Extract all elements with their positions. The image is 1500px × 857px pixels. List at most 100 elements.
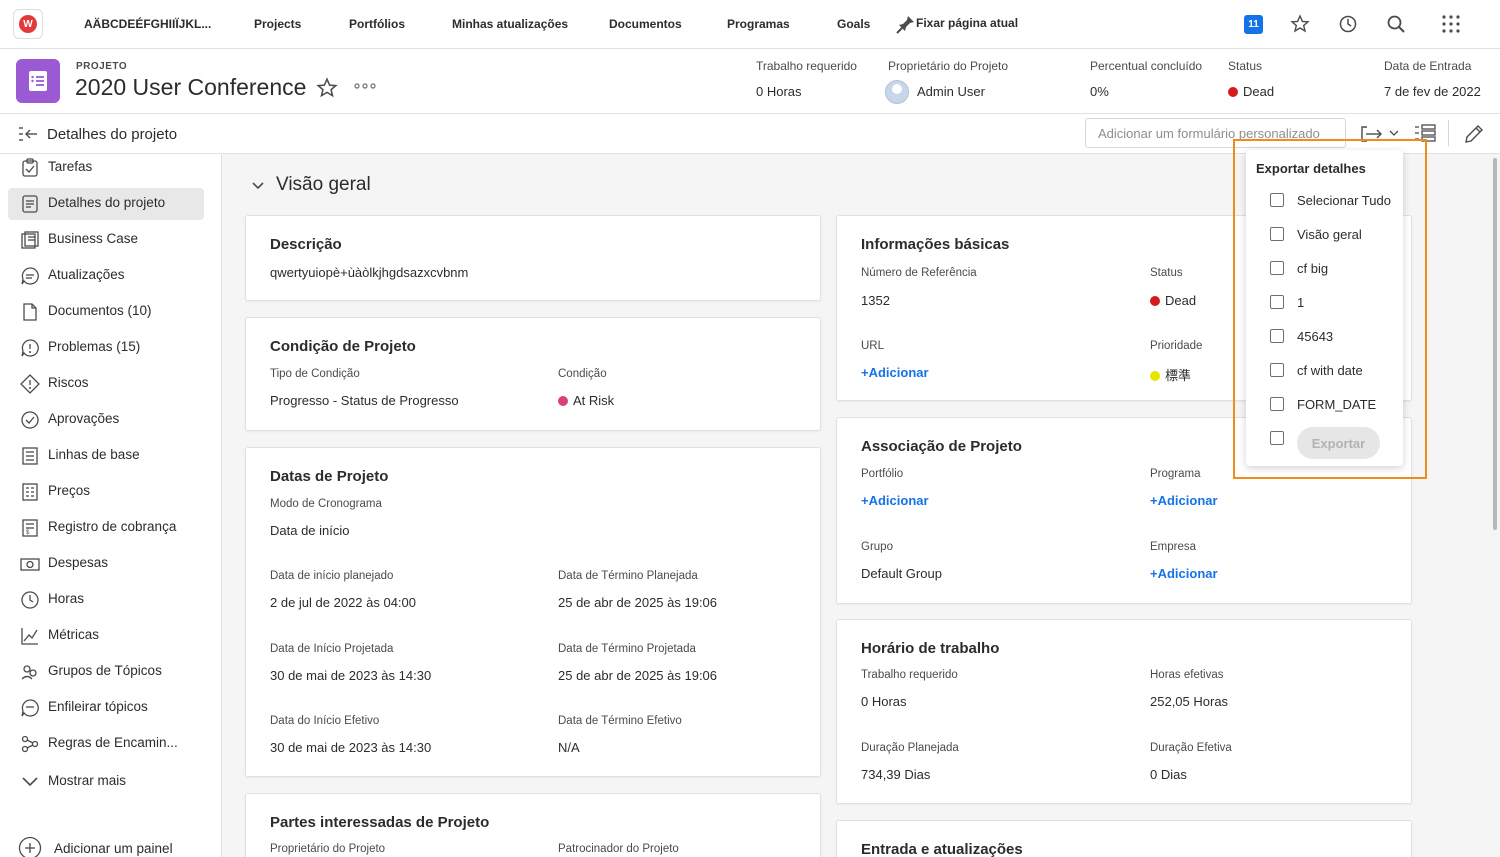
sidebar-item-routing-rules[interactable]: Regras de Encamin... xyxy=(8,728,204,760)
export-option-cf-with-date[interactable]: cf with date xyxy=(1270,361,1400,381)
sidebar-label: Aprovações xyxy=(48,411,120,426)
export-option-45643[interactable]: 45643 xyxy=(1270,327,1400,347)
chevron-down-icon xyxy=(22,777,38,787)
search-icon[interactable] xyxy=(1386,14,1406,34)
description-value[interactable]: qwertyuiopè+ùàòlkjhgdsazxcvbnm xyxy=(270,265,468,280)
field-value[interactable]: Progresso - Status de Progresso xyxy=(270,393,459,408)
status-value[interactable]: Dead xyxy=(1150,293,1196,308)
sidebar-show-more[interactable]: Mostrar mais xyxy=(8,766,204,798)
checkbox[interactable] xyxy=(1270,261,1284,275)
sidebar-item-expenses[interactable]: Despesas xyxy=(8,548,204,580)
sidebar-item-tasks[interactable]: Tarefas xyxy=(8,152,204,184)
sidebar-item-documents[interactable]: Documentos (10) xyxy=(8,296,204,328)
export-icon[interactable] xyxy=(1360,124,1384,144)
export-option-overview[interactable]: Visão geral xyxy=(1270,225,1400,245)
export-option-select-all[interactable]: Selecionar Tudo xyxy=(1270,191,1400,211)
field-value: 1352 xyxy=(861,293,890,308)
add-url-link[interactable]: +Adicionar xyxy=(861,365,929,380)
sidebar-item-hours[interactable]: Horas xyxy=(8,584,204,616)
status-dot-icon xyxy=(1228,87,1238,97)
favorite-star-icon[interactable] xyxy=(316,77,338,99)
list-view-icon[interactable] xyxy=(1414,123,1436,143)
checkbox[interactable] xyxy=(1270,363,1284,377)
more-options-icon[interactable] xyxy=(354,83,376,89)
status-text: Dead xyxy=(1243,84,1275,99)
apps-grid-icon[interactable] xyxy=(1441,14,1461,34)
field-value[interactable]: N/A xyxy=(558,740,580,755)
checkbox[interactable] xyxy=(1270,295,1284,309)
sidebar-item-rates[interactable]: Preços xyxy=(8,476,204,508)
sidebar-item-topic-groups[interactable]: Grupos de Tópicos xyxy=(8,656,204,688)
sidebar-item-risks[interactable]: Riscos xyxy=(8,368,204,400)
add-panel-button[interactable]: Adicionar um painel xyxy=(8,832,204,857)
history-icon[interactable] xyxy=(1338,14,1358,34)
meta-value-owner[interactable]: Admin User xyxy=(917,84,985,99)
scrollbar[interactable] xyxy=(1493,158,1497,530)
notification-badge[interactable]: 11 xyxy=(1244,15,1263,34)
export-option-form-date[interactable]: FORM_DATE xyxy=(1270,395,1400,415)
sidebar-label: Mostrar mais xyxy=(48,773,127,788)
chevron-down-icon[interactable] xyxy=(1389,129,1399,137)
meta-label-status: Status xyxy=(1228,59,1263,73)
field-value[interactable]: 25 de abr de 2025 às 19:06 xyxy=(558,595,717,610)
field-value[interactable]: 2 de jul de 2022 às 04:00 xyxy=(270,595,416,610)
field-value[interactable]: Data de início xyxy=(270,523,350,538)
field-value[interactable]: Default Group xyxy=(861,566,942,581)
field-value: 252,05 Horas xyxy=(1150,694,1229,709)
sidebar-item-baselines[interactable]: Linhas de base xyxy=(8,440,204,472)
export-option-1[interactable]: 1 xyxy=(1270,293,1400,313)
edit-pencil-icon[interactable] xyxy=(1463,123,1485,145)
sidebar-item-issues[interactable]: Problemas (15) xyxy=(8,332,204,364)
nav-portfolios[interactable]: Portfólios xyxy=(349,17,405,31)
meta-label-owner: Proprietário do Projeto xyxy=(888,59,1009,73)
field-label: Proprietário do Projeto xyxy=(270,843,386,855)
field-label: Empresa xyxy=(1150,541,1197,553)
collapse-section-icon[interactable] xyxy=(251,179,265,193)
sidebar-item-metrics[interactable]: Métricas xyxy=(8,620,204,652)
checkbox[interactable] xyxy=(1270,227,1284,241)
sidebar-label: Tarefas xyxy=(48,159,93,174)
field-value[interactable]: 25 de abr de 2025 às 19:06 xyxy=(558,668,717,683)
checkbox[interactable] xyxy=(1270,193,1284,207)
sidebar-item-queue-topics[interactable]: Enfileirar tópicos xyxy=(8,692,204,724)
sidebar-item-business-case[interactable]: Business Case xyxy=(8,224,204,256)
export-title: Exportar detalhes xyxy=(1256,161,1366,176)
checkbox[interactable] xyxy=(1270,329,1284,343)
avatar[interactable] xyxy=(885,80,909,104)
pin-icon[interactable] xyxy=(896,14,916,34)
checkbox[interactable] xyxy=(1270,431,1284,445)
sidebar-label: Grupos de Tópicos xyxy=(48,663,162,678)
queue-topics-icon xyxy=(21,699,39,717)
nav-documents[interactable]: Documentos xyxy=(609,17,682,31)
field-label: Duração Efetiva xyxy=(1150,742,1232,754)
app-logo[interactable]: W xyxy=(13,9,43,39)
star-icon[interactable] xyxy=(1290,14,1310,34)
export-option-cf-big[interactable]: cf big xyxy=(1270,259,1400,279)
field-value[interactable]: 30 de mai de 2023 às 14:30 xyxy=(270,668,431,683)
priority-value[interactable]: 標準 xyxy=(1150,365,1191,384)
sidebar-label: Enfileirar tópicos xyxy=(48,699,148,714)
sidebar-item-project-details[interactable]: Detalhes do projeto xyxy=(8,188,204,220)
checkbox[interactable] xyxy=(1270,397,1284,411)
add-program-link[interactable]: +Adicionar xyxy=(1150,493,1218,508)
export-button[interactable]: Exportar xyxy=(1297,427,1380,459)
add-portfolio-link[interactable]: +Adicionar xyxy=(861,493,929,508)
nav-my-updates[interactable]: Minhas atualizações xyxy=(452,17,568,31)
collapse-panel-icon[interactable] xyxy=(18,126,38,142)
condition-value[interactable]: At Risk xyxy=(558,393,614,408)
sidebar-item-approvals[interactable]: Aprovações xyxy=(8,404,204,436)
project-title[interactable]: 2020 User Conference xyxy=(75,74,306,101)
org-name[interactable]: AÄBCDEÉFGHIIÏJKL... xyxy=(84,17,211,31)
nav-pin-page[interactable]: Fixar página atual xyxy=(916,16,1018,30)
sidebar-item-updates[interactable]: Atualizações xyxy=(8,260,204,292)
nav-programs[interactable]: Programas xyxy=(727,17,790,31)
nav-goals[interactable]: Goals xyxy=(837,17,870,31)
field-value[interactable]: 30 de mai de 2023 às 14:30 xyxy=(270,740,431,755)
sidebar-item-billing[interactable]: $ Registro de cobrança xyxy=(8,512,204,544)
priority-dot-icon xyxy=(1150,371,1160,381)
meta-value-status[interactable]: Dead xyxy=(1228,84,1274,99)
add-company-link[interactable]: +Adicionar xyxy=(1150,566,1218,581)
custom-form-input[interactable]: Adicionar um formulário personalizado xyxy=(1085,118,1346,148)
nav-projects[interactable]: Projects xyxy=(254,17,301,31)
checkbox-label: Selecionar Tudo xyxy=(1297,193,1391,208)
